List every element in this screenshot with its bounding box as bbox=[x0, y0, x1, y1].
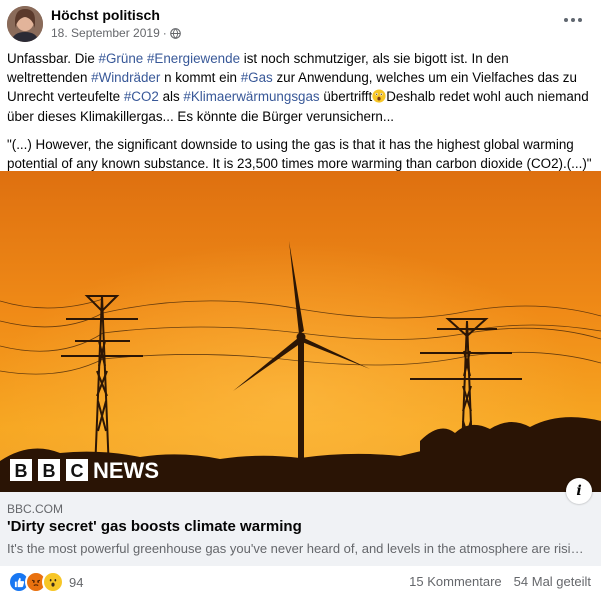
hashtag-klimaerwaermungsgas[interactable]: #Klimaerwärmungsgas bbox=[183, 89, 319, 104]
meta-separator: · bbox=[162, 26, 167, 40]
comments-count[interactable]: 15 Kommentare bbox=[409, 574, 502, 589]
post-date[interactable]: 18. September 2019 bbox=[51, 26, 160, 40]
link-preview-card[interactable]: B B C NEWS i BBC.COM 'Dirty secret' gas … bbox=[0, 171, 601, 566]
hashtag-energiewende[interactable]: #Energiewende bbox=[147, 51, 240, 66]
globe-icon bbox=[169, 27, 181, 39]
info-icon[interactable]: i bbox=[566, 478, 592, 504]
bbc-logo-word: NEWS bbox=[93, 458, 159, 483]
post-header: Höchst politisch 18. September 2019 · bbox=[0, 0, 601, 46]
link-title[interactable]: 'Dirty secret' gas boosts climate warmin… bbox=[7, 518, 302, 535]
shares-count[interactable]: 54 Mal geteilt bbox=[514, 574, 591, 589]
reaction-count[interactable]: 94 bbox=[69, 575, 83, 590]
bbc-logo-box-letter: C bbox=[71, 461, 84, 481]
reactions-summary[interactable]: 94 bbox=[8, 571, 83, 593]
hashtag-gruene[interactable]: #Grüne bbox=[99, 51, 144, 66]
more-options-button[interactable] bbox=[561, 12, 585, 28]
avatar[interactable] bbox=[7, 6, 43, 42]
hashtag-windraeder[interactable]: #Windräder bbox=[91, 70, 160, 85]
more-dot-icon bbox=[571, 18, 575, 22]
engagement-stats: 15 Kommentare 54 Mal geteilt bbox=[409, 574, 591, 589]
wind-turbine-photo: B B C NEWS bbox=[0, 171, 601, 492]
post-quote: "(...) However, the significant downside… bbox=[7, 136, 592, 172]
link-preview-footer[interactable]: BBC.COM 'Dirty secret' gas boosts climat… bbox=[0, 492, 601, 566]
author-photo bbox=[7, 6, 43, 42]
bbc-logo-box-letter: B bbox=[43, 461, 56, 481]
link-domain: BBC.COM bbox=[7, 502, 64, 516]
post-stats-bar: 94 15 Kommentare 54 Mal geteilt bbox=[0, 570, 601, 594]
bbc-logo-box-letter: B bbox=[15, 461, 28, 481]
author-name[interactable]: Höchst politisch bbox=[51, 7, 160, 23]
link-description: It's the most powerful greenhouse gas yo… bbox=[7, 541, 587, 556]
post-meta: 18. September 2019 · bbox=[51, 26, 181, 40]
hashtag-co2[interactable]: #CO2 bbox=[124, 89, 159, 104]
more-dot-icon bbox=[564, 18, 568, 22]
hashtag-gas[interactable]: #Gas bbox=[241, 70, 273, 85]
link-preview-image[interactable]: B B C NEWS bbox=[0, 171, 601, 492]
wow-icon bbox=[42, 571, 64, 593]
more-dot-icon bbox=[578, 18, 582, 22]
astonished-face-icon bbox=[372, 89, 386, 103]
post-text: Unfassbar. Die #Grüne #Energiewende ist … bbox=[7, 49, 592, 173]
post-paragraph: Unfassbar. Die #Grüne #Energiewende ist … bbox=[7, 51, 589, 124]
